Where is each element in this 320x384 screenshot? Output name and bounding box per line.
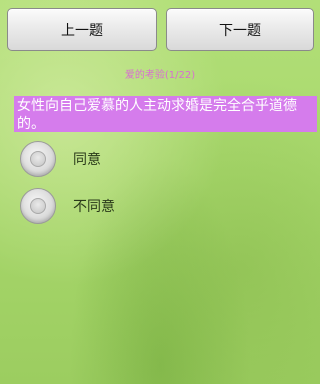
next-question-label: 下一题: [219, 22, 261, 39]
nav-toolbar: 上一题 下一题: [0, 0, 320, 58]
next-question-button[interactable]: 下一题: [166, 8, 314, 51]
option-disagree[interactable]: 不同意: [20, 186, 300, 226]
option-agree[interactable]: 同意: [20, 139, 300, 179]
question-text: 女性向自己爱慕的人主动求婚是完全合乎道德的。: [14, 96, 317, 132]
prev-question-button[interactable]: 上一题: [7, 8, 157, 51]
option-label: 不同意: [73, 199, 115, 215]
radio-button-icon[interactable]: [20, 141, 56, 177]
option-label: 同意: [73, 152, 101, 168]
question-counter: 爱的考验(1/22): [124, 70, 196, 81]
radio-button-icon[interactable]: [20, 188, 56, 224]
screen: 上一题 下一题 爱的考验(1/22) 女性向自己爱慕的人主动求婚是完全合乎道德的…: [0, 0, 320, 384]
prev-question-label: 上一题: [61, 22, 103, 39]
